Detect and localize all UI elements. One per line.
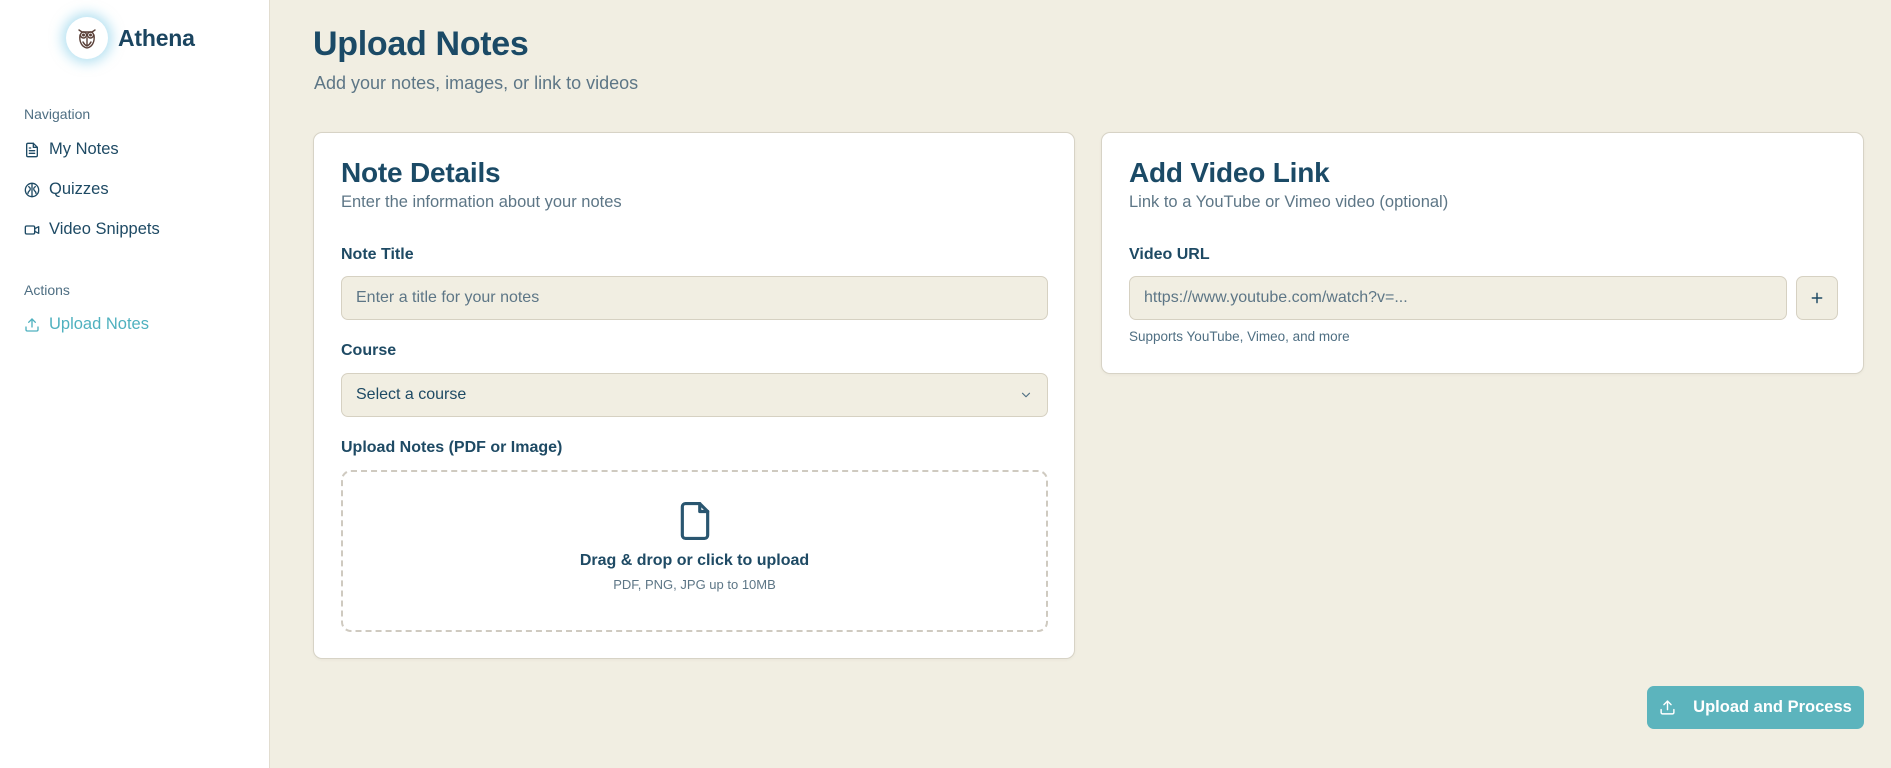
upload-icon	[25, 317, 39, 332]
plus-icon	[1811, 292, 1823, 304]
course-label: Course	[341, 342, 397, 359]
note-details-card: Note Details Enter the information about…	[313, 132, 1075, 659]
sidebar-item-label: Quizzes	[49, 180, 109, 198]
add-video-button[interactable]	[1796, 276, 1838, 320]
app-name: Athena	[118, 24, 195, 51]
course-select-value: Select a course	[356, 386, 467, 403]
note-title-label: Note Title	[341, 246, 414, 263]
sidebar-item-label: Upload Notes	[49, 315, 149, 333]
page-subtitle: Add your notes, images, or link to video…	[314, 73, 639, 93]
chevron-down-icon	[1021, 392, 1031, 398]
brand[interactable]: Athena	[66, 17, 195, 59]
card-description: Enter the information about your notes	[341, 193, 622, 211]
file-text-icon	[26, 142, 38, 157]
video-icon	[24, 224, 40, 235]
file-icon	[680, 502, 709, 541]
sidebar-item-label: Video Snippets	[49, 220, 160, 238]
brain-icon	[24, 182, 40, 197]
video-url-input[interactable]	[1129, 276, 1787, 320]
page-title: Upload Notes	[313, 25, 529, 63]
sidebar: Athena Navigation My Notes Quizzes Video…	[0, 0, 270, 768]
dropzone-instruction: Drag & drop or click to upload	[579, 552, 810, 569]
video-url-hint: Supports YouTube, Vimeo, and more	[1129, 329, 1350, 344]
file-dropzone[interactable]: Drag & drop or click to upload PDF, PNG,…	[341, 470, 1048, 632]
dropzone-file-types: PDF, PNG, JPG up to 10MB	[613, 577, 776, 592]
card-title: Note Details	[341, 157, 501, 188]
course-select[interactable]: Select a course	[341, 373, 1048, 417]
sidebar-item-quizzes[interactable]: Quizzes	[24, 180, 109, 199]
card-title: Add Video Link	[1129, 157, 1330, 188]
upload-and-process-button[interactable]: Upload and Process	[1647, 686, 1864, 729]
sidebar-item-upload-notes[interactable]: Upload Notes	[24, 315, 149, 334]
video-url-label: Video URL	[1129, 246, 1210, 263]
navigation-section-label: Navigation	[24, 106, 91, 122]
upload-and-process-label: Upload and Process	[1693, 698, 1852, 716]
note-title-input[interactable]	[341, 276, 1048, 320]
upload-icon	[1660, 700, 1675, 715]
upload-notes-label: Upload Notes (PDF or Image)	[341, 439, 563, 456]
card-description: Link to a YouTube or Vimeo video (option…	[1129, 193, 1449, 211]
sidebar-item-video-snippets[interactable]: Video Snippets	[24, 220, 160, 239]
owl-logo-icon	[66, 17, 108, 59]
sidebar-item-my-notes[interactable]: My Notes	[24, 140, 119, 159]
actions-section-label: Actions	[24, 282, 70, 298]
sidebar-item-label: My Notes	[49, 140, 119, 158]
video-link-card: Add Video Link Link to a YouTube or Vime…	[1101, 132, 1864, 374]
